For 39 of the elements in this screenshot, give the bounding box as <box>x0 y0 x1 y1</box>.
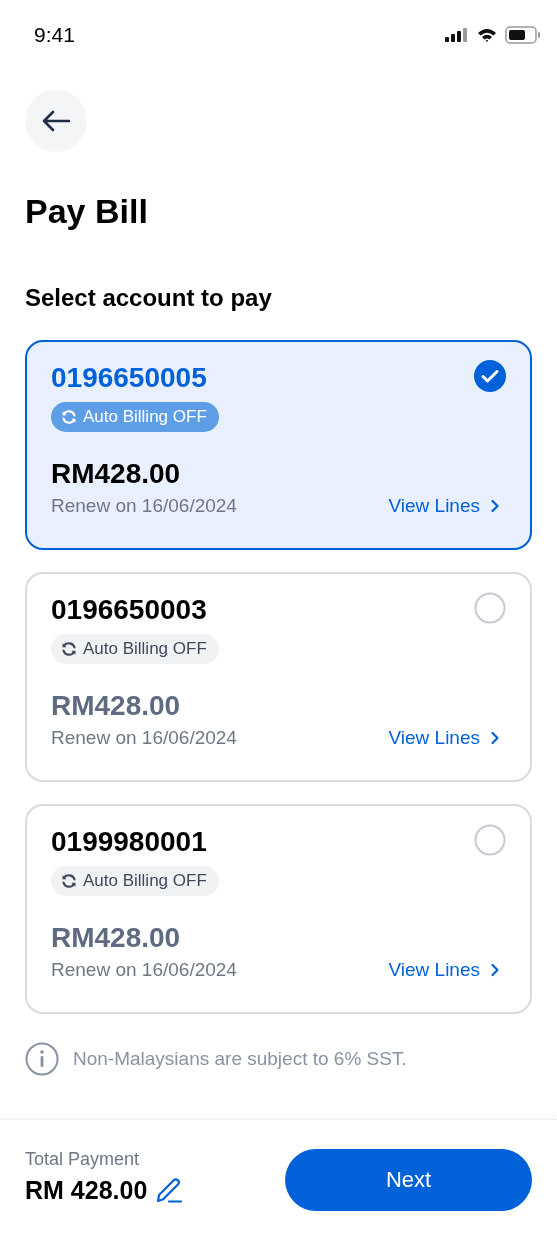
refresh-icon <box>61 873 77 889</box>
sst-note: Non-Malaysians are subject to 6% SST. <box>73 1048 407 1070</box>
chevron-right-icon <box>490 499 500 513</box>
auto-billing-badge: Auto Billing OFF <box>51 634 219 664</box>
account-card[interactable]: 0199980001 Auto Billing OFF RM428.00 Renew on 16/06/2024 View Lines <box>25 804 532 1014</box>
amount: RM428.00 <box>51 460 182 488</box>
total-amount: RM 428.00 <box>25 1175 148 1205</box>
signal-icon <box>445 28 469 42</box>
account-card[interactable]: 0196650003 Auto Billing OFF RM428.00 Renew on 16/06/2024 View Lines <box>25 572 532 782</box>
account-number: 0196650003 <box>51 596 207 624</box>
refresh-icon <box>61 641 77 657</box>
status-time: 9:41 <box>34 23 75 47</box>
account-number: 0196650005 <box>51 364 207 392</box>
next-button[interactable]: Next <box>285 1148 532 1211</box>
renew-date: Renew on 16/06/2024 <box>51 959 237 981</box>
account-card[interactable]: 0196650005 Auto Billing OFF RM428.00 Renew on 16/06/2024 View Lines <box>25 340 532 550</box>
page-title: Pay Bill <box>25 194 149 228</box>
chevron-right-icon <box>490 731 500 745</box>
section-title: Select account to pay <box>25 286 273 310</box>
auto-billing-badge: Auto Billing OFF <box>51 402 219 432</box>
renew-date: Renew on 16/06/2024 <box>51 727 237 749</box>
view-lines-link[interactable]: View Lines <box>388 959 500 981</box>
wifi-icon <box>477 28 497 42</box>
check-icon[interactable] <box>474 360 506 392</box>
back-arrow-icon <box>41 109 71 133</box>
radio-button[interactable] <box>474 592 506 624</box>
renew-date: Renew on 16/06/2024 <box>51 495 237 517</box>
view-lines-link[interactable]: View Lines <box>388 727 500 749</box>
refresh-icon <box>61 409 77 425</box>
radio-button[interactable] <box>474 824 506 856</box>
total-label: Total Payment <box>25 1148 141 1170</box>
view-lines-link[interactable]: View Lines <box>388 495 500 517</box>
account-number: 0199980001 <box>51 828 207 856</box>
amount: RM428.00 <box>51 924 182 952</box>
auto-billing-badge: Auto Billing OFF <box>51 866 219 896</box>
battery-icon <box>505 26 541 44</box>
chevron-right-icon <box>490 963 500 977</box>
info-icon <box>25 1042 59 1076</box>
amount: RM428.00 <box>51 692 182 720</box>
